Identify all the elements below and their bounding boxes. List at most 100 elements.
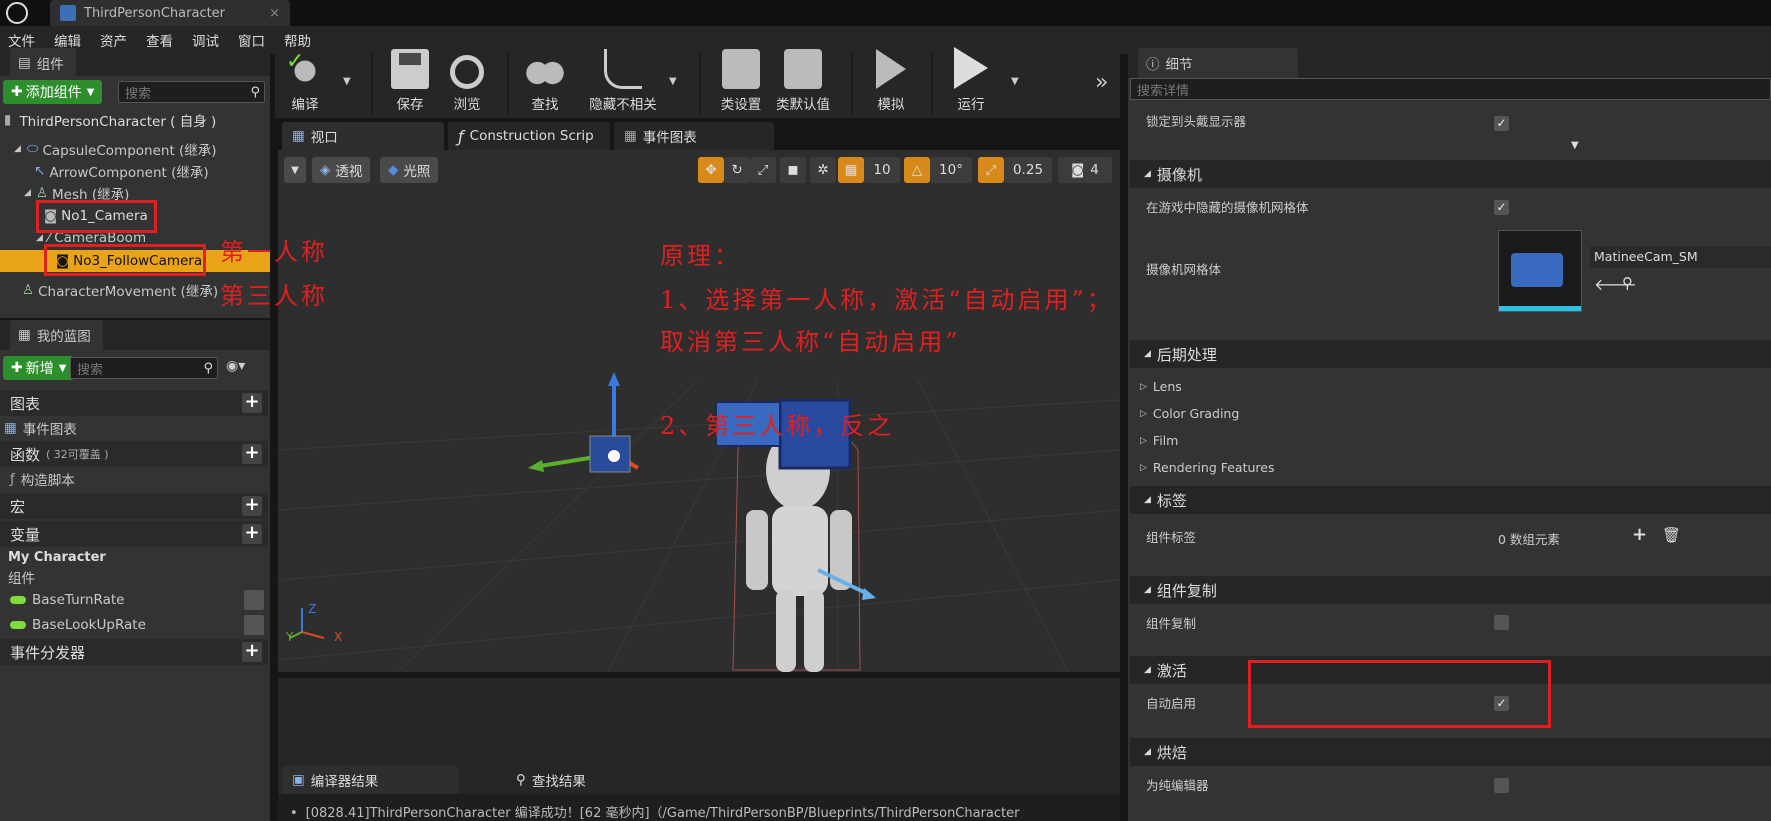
simulate-button[interactable]: 模拟 [869, 48, 913, 118]
advanced-expand-icon[interactable]: ▼ [1571, 140, 1579, 151]
grid-snap-value[interactable]: 10 [864, 157, 900, 183]
category-tags[interactable]: ◢ 标签 [1130, 486, 1771, 514]
menu-debug[interactable]: 调试 [192, 30, 219, 50]
compile-button[interactable]: ✓ 编译 [283, 48, 327, 118]
new-button[interactable]: ✚ 新增 ▼ [3, 356, 75, 380]
menu-asset[interactable]: 资产 [100, 30, 127, 50]
visibility-toggle-icon[interactable] [244, 615, 264, 635]
rotation-snap-value[interactable]: 10° [930, 157, 972, 183]
play-options-chevron-icon[interactable]: ▼ [1011, 76, 1019, 87]
translate-mode-icon[interactable]: ✥ [698, 157, 724, 183]
tab-construction-script[interactable]: ƒ Construction Scrip [448, 122, 610, 150]
add-function-icon[interactable]: + [242, 444, 262, 464]
category-post-process[interactable]: ◢ 后期处理 [1130, 340, 1771, 368]
menu-edit[interactable]: 编辑 [54, 30, 81, 50]
tab-event-graph[interactable]: ▦ 事件图表 [614, 122, 774, 150]
axis-y-label: Y [286, 630, 294, 644]
section-functions[interactable]: 函数( 32可覆盖 ) + [0, 441, 268, 467]
lock-to-hmd-checkbox[interactable]: ✓ [1494, 116, 1509, 131]
component-character-movement[interactable]: ♙ CharacterMovement (继承) [22, 279, 218, 301]
eye-icon[interactable]: ◉▾ [226, 358, 245, 374]
rotation-snap-icon[interactable]: △ [904, 157, 930, 183]
component-root[interactable]: ▮ ThirdPersonCharacter ( 自身 ) [4, 109, 216, 131]
compile-options-chevron-icon[interactable]: ▼ [343, 76, 351, 87]
menu-help[interactable]: 帮助 [284, 30, 311, 50]
component-arrow[interactable]: ↖ ArrowComponent (继承) [34, 160, 209, 182]
row-lens[interactable]: ▷ Lens [1130, 374, 1771, 399]
section-macros[interactable]: 宏 + [0, 493, 268, 519]
category-components[interactable]: 组件 [8, 566, 35, 588]
add-element-plus-icon[interactable]: + [1632, 524, 1647, 545]
delete-trash-icon[interactable]: 🗑 [1662, 526, 1681, 544]
actor-icon: ▮ [4, 112, 12, 128]
row-rendering-features[interactable]: ▷ Rendering Features [1130, 455, 1771, 480]
camera-mesh-asset-field[interactable]: MatineeCam_SM [1590, 246, 1771, 268]
close-icon[interactable]: × [269, 6, 280, 21]
scale-mode-icon[interactable]: ⤢ [750, 157, 776, 183]
camera-gizmo[interactable] [528, 372, 640, 473]
variable-base-look-up-rate[interactable]: BaseLookUpRate [10, 614, 146, 636]
save-button[interactable]: 保存 [388, 48, 432, 118]
lit-button[interactable]: ◆ 光照 [380, 157, 439, 183]
arrow-icon: ↖ [34, 163, 46, 179]
tab-find-results[interactable]: ⚲ 查找结果 [506, 766, 688, 794]
add-macro-icon[interactable]: + [242, 496, 262, 516]
grid-snap-icon[interactable]: ▦ [838, 157, 864, 183]
details-search-input[interactable]: 搜索详情 [1130, 78, 1771, 100]
component-replicates-checkbox[interactable] [1494, 615, 1509, 630]
browse-button[interactable]: 浏览 [445, 48, 489, 118]
category-camera[interactable]: ◢ 摄像机 [1130, 160, 1771, 188]
section-graphs[interactable]: 图表 + [0, 390, 268, 416]
menu-view[interactable]: 查看 [146, 30, 173, 50]
item-event-graph[interactable]: ▦ 事件图表 [4, 417, 77, 439]
hide-camera-mesh-checkbox[interactable]: ✓ [1494, 200, 1509, 215]
class-settings-button[interactable]: 类设置 [713, 48, 769, 118]
menu-window[interactable]: 窗口 [238, 30, 265, 50]
details-tab[interactable]: ⓘ 细节 [1138, 48, 1298, 78]
hide-unrelated-button[interactable]: 隐藏不相关 [583, 48, 663, 118]
perspective-button[interactable]: ◈ 透视 [312, 157, 371, 183]
components-search-input[interactable]: 搜索 ⚲ [118, 81, 265, 103]
add-graph-icon[interactable]: + [242, 393, 262, 413]
add-variable-icon[interactable]: + [242, 524, 262, 544]
myblueprint-search-input[interactable]: 搜索 ⚲ [70, 357, 218, 379]
camera-mesh-thumbnail[interactable] [1498, 230, 1582, 312]
capsule-icon: ⬭ [26, 141, 39, 157]
item-construction-script[interactable]: ƒ 构造脚本 [10, 468, 75, 490]
surface-snap-icon[interactable]: ✲ [810, 157, 836, 183]
menu-file[interactable]: 文件 [8, 30, 35, 50]
world-local-icon[interactable]: ◼ [780, 157, 806, 183]
category-replication[interactable]: ◢ 组件复制 [1130, 576, 1771, 604]
overflow-chevron-icon[interactable]: » [1095, 70, 1108, 95]
add-dispatcher-icon[interactable]: + [242, 642, 262, 662]
browse-asset-icon[interactable]: ⚲ [1622, 274, 1633, 292]
editor-only-checkbox[interactable] [1494, 778, 1509, 793]
row-hide-camera-mesh: 在游戏中隐藏的摄像机网格体 [1146, 200, 1309, 215]
row-film[interactable]: ▷ Film [1130, 428, 1771, 453]
components-tab[interactable]: ▤ 组件 [10, 48, 76, 78]
details-tab-bar: ⓘ 细节 [1128, 48, 1771, 78]
visibility-toggle-icon[interactable] [244, 590, 264, 610]
viewport-options-button[interactable]: ▼ [284, 157, 306, 183]
class-defaults-button[interactable]: 类默认值 [775, 48, 831, 118]
search-icon: ⚲ [516, 772, 526, 788]
section-variables[interactable]: 变量 + [0, 521, 268, 547]
play-button[interactable]: 运行 [949, 47, 993, 118]
variable-base-turn-rate[interactable]: BaseTurnRate [10, 589, 124, 611]
row-color-grading[interactable]: ▷ Color Grading [1130, 401, 1771, 426]
scale-snap-icon[interactable]: ⤢ [978, 157, 1004, 183]
category-my-character[interactable]: My Character [8, 546, 106, 568]
myblueprint-tab[interactable]: ▦ 我的蓝图 [10, 320, 103, 350]
tab-viewport[interactable]: ▦ 视口 [282, 122, 444, 150]
component-capsule[interactable]: ◢ ⬭ CapsuleComponent (继承) [14, 138, 217, 160]
category-cooking[interactable]: ◢ 烘焙 [1130, 738, 1771, 766]
section-event-dispatchers[interactable]: 事件分发器 + [0, 639, 268, 665]
hide-unrelated-chevron-icon[interactable]: ▼ [669, 76, 677, 87]
document-tab[interactable]: ThirdPersonCharacter × [50, 0, 290, 26]
scale-snap-value[interactable]: 0.25 [1004, 157, 1052, 183]
camera-speed-control[interactable]: ◙ 4 [1058, 157, 1112, 183]
rotate-mode-icon[interactable]: ↻ [724, 157, 750, 183]
add-component-button[interactable]: ✚ 添加组件 ▼ [3, 80, 103, 104]
tab-compiler-results[interactable]: ▣ 编译器结果 [282, 766, 458, 794]
find-button[interactable]: 查找 [523, 48, 567, 118]
